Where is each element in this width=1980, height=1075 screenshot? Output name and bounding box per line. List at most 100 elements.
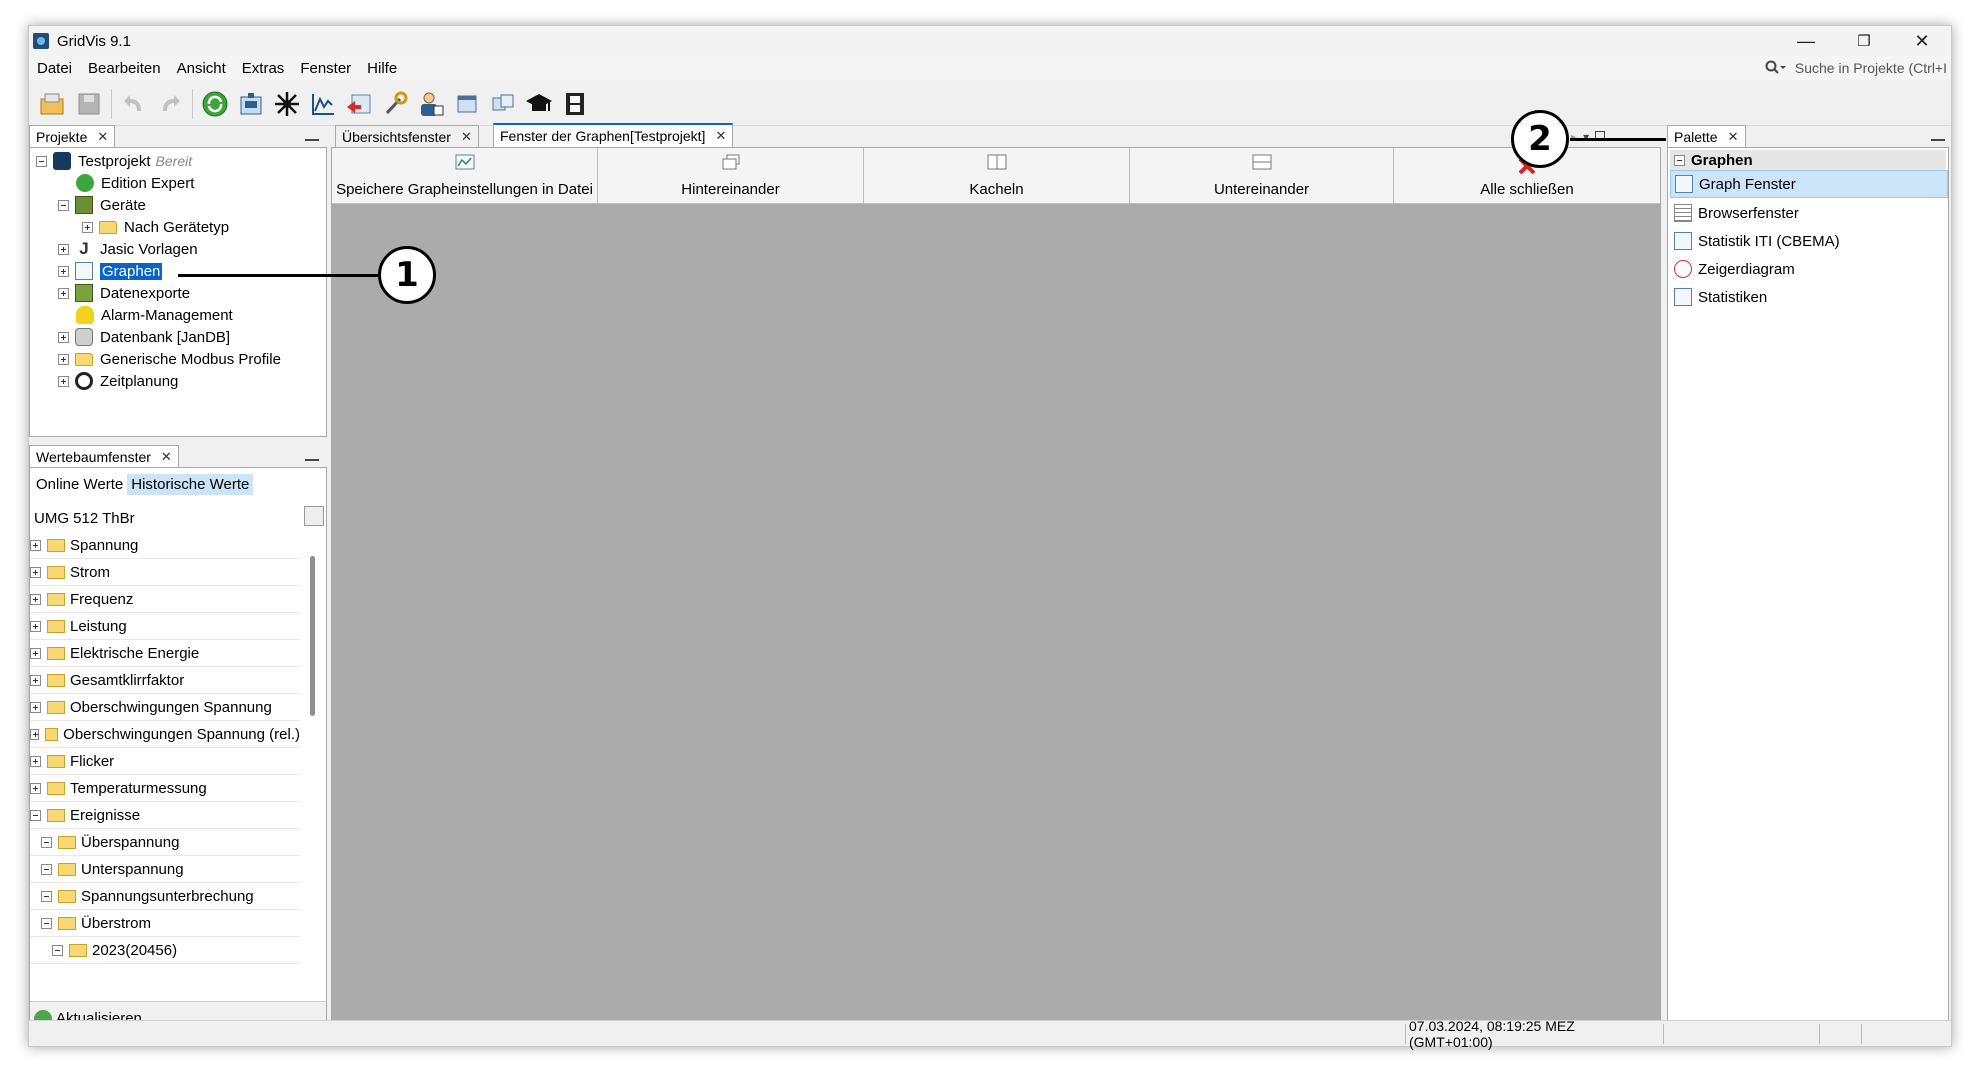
palette-item-statistiken[interactable]: Statistiken xyxy=(1670,283,1948,311)
minimize-button[interactable]: — xyxy=(1777,26,1835,56)
cascade-button[interactable]: Hintereinander xyxy=(598,148,864,203)
expand-icon[interactable] xyxy=(30,647,41,659)
collapse-icon[interactable] xyxy=(1674,154,1685,166)
expand-icon[interactable] xyxy=(82,221,93,233)
tree-node-nach-geraetetyp[interactable]: Nach Gerätetyp xyxy=(82,216,229,238)
list-item[interactable]: Strom xyxy=(30,559,300,586)
subtab-online-werte[interactable]: Online Werte xyxy=(32,474,127,495)
maximize-button[interactable]: ❐ xyxy=(1835,26,1893,56)
list-item[interactable]: Leistung xyxy=(30,613,300,640)
list-item[interactable]: 2023(20456) xyxy=(30,937,300,964)
expand-icon[interactable] xyxy=(30,566,41,578)
list-item[interactable]: Überstrom xyxy=(30,910,300,937)
collapse-icon[interactable] xyxy=(41,863,52,875)
close-button[interactable]: ✕ xyxy=(1893,26,1951,56)
tab-uebersichtsfenster[interactable]: Übersichtsfenster ✕ xyxy=(335,125,479,147)
palette-item-zeigerdiagram[interactable]: Zeigerdiagram xyxy=(1670,255,1948,283)
expand-icon[interactable] xyxy=(58,375,69,387)
list-item[interactable]: Elektrische Energie xyxy=(30,640,300,667)
list-item[interactable]: Oberschwingungen Spannung (rel.) xyxy=(30,721,300,748)
expand-icon[interactable] xyxy=(58,353,69,365)
topology-button[interactable] xyxy=(269,86,305,122)
tree-node-edition-expert[interactable]: Edition Expert xyxy=(76,172,194,194)
open-project-button[interactable] xyxy=(35,86,71,122)
users-button[interactable] xyxy=(413,86,449,122)
collapse-icon[interactable] xyxy=(41,917,52,929)
scrollbar-thumb[interactable] xyxy=(310,556,315,716)
minimize-panel-icon[interactable] xyxy=(305,459,319,461)
collapse-icon[interactable] xyxy=(30,809,41,821)
palette-group-header[interactable]: Graphen xyxy=(1670,150,1946,170)
tree-node-geraete[interactable]: Geräte xyxy=(58,194,146,216)
expand-icon[interactable] xyxy=(30,728,39,740)
subtab-historische-werte[interactable]: Historische Werte xyxy=(127,473,254,495)
education-button[interactable] xyxy=(521,86,557,122)
collapse-icon[interactable] xyxy=(58,199,69,211)
expand-icon[interactable] xyxy=(30,593,41,605)
close-icon[interactable]: ✕ xyxy=(97,129,108,145)
tree-node-jasic[interactable]: J Jasic Vorlagen xyxy=(58,238,198,260)
window-button[interactable] xyxy=(449,86,485,122)
close-icon[interactable]: ✕ xyxy=(161,449,172,465)
menu-fenster[interactable]: Fenster xyxy=(292,60,359,77)
close-icon[interactable]: ✕ xyxy=(461,129,472,145)
tab-palette[interactable]: Palette ✕ xyxy=(1667,125,1746,147)
import-button[interactable] xyxy=(341,86,377,122)
list-item[interactable]: Spannung xyxy=(30,532,300,559)
expand-icon[interactable] xyxy=(58,331,69,343)
palette-item-graph-fenster[interactable]: Graph Fenster xyxy=(1670,170,1948,198)
screens-button[interactable] xyxy=(485,86,521,122)
close-icon[interactable]: ✕ xyxy=(715,128,726,144)
list-item[interactable]: Spannungsunterbrechung xyxy=(30,883,300,910)
save-graph-settings-button[interactable]: Speichere Grapheinstellungen in Datei xyxy=(332,148,598,203)
chevron-right-icon[interactable]: ▸ xyxy=(1571,130,1577,144)
expand-icon[interactable] xyxy=(30,755,41,767)
menu-bearbeiten[interactable]: Bearbeiten xyxy=(80,60,169,77)
expand-icon[interactable] xyxy=(58,265,69,277)
tab-fenster-der-graphen[interactable]: Fenster der Graphen[Testprojekt] ✕ xyxy=(493,123,734,147)
tab-wertebaumfenster[interactable]: Wertebaumfenster ✕ xyxy=(29,445,179,467)
expand-icon[interactable] xyxy=(58,243,69,255)
graphs-workspace[interactable]: Speichere Grapheinstellungen in Datei Hi… xyxy=(331,147,1661,1036)
palette-item-browserfenster[interactable]: Browserfenster xyxy=(1670,199,1948,227)
tree-node-zeitplanung[interactable]: Zeitplanung xyxy=(58,370,178,392)
expand-icon[interactable] xyxy=(30,782,41,794)
collapse-icon[interactable] xyxy=(41,836,52,848)
tree-node-modbus[interactable]: Generische Modbus Profile xyxy=(58,348,281,370)
collapse-icon[interactable] xyxy=(52,944,63,956)
stack-button[interactable]: Untereinander xyxy=(1130,148,1394,203)
tree-node-datenbank[interactable]: Datenbank [JanDB] xyxy=(58,326,230,348)
tab-projekte[interactable]: Projekte ✕ xyxy=(29,125,116,147)
expand-icon[interactable] xyxy=(30,539,41,551)
list-item[interactable]: Flicker xyxy=(30,748,300,775)
device-button[interactable] xyxy=(233,86,269,122)
filter-wand-icon[interactable] xyxy=(304,506,324,526)
expand-icon[interactable] xyxy=(30,620,41,632)
collapse-icon[interactable] xyxy=(36,155,47,167)
tools-button[interactable] xyxy=(377,86,413,122)
tree-node-datenexporte[interactable]: Datenexporte xyxy=(58,282,190,304)
tree-node-alarm[interactable]: Alarm-Management xyxy=(76,304,233,326)
graph-button[interactable] xyxy=(305,86,341,122)
film-button[interactable] xyxy=(557,86,593,122)
tree-node-root[interactable]: Testprojekt Bereit xyxy=(36,150,192,172)
save-button[interactable] xyxy=(71,86,107,122)
minimize-panel-icon[interactable] xyxy=(1931,139,1945,141)
expand-icon[interactable] xyxy=(58,287,69,299)
tree-node-graphen[interactable]: Graphen xyxy=(58,260,163,282)
quick-search[interactable]: Suche in Projekte (Ctrl+I xyxy=(1765,57,1947,79)
list-item[interactable]: Ereignisse xyxy=(30,802,300,829)
palette-item-statistik-iti[interactable]: Statistik ITI (CBEMA) xyxy=(1670,227,1948,255)
list-item[interactable]: Unterspannung xyxy=(30,856,300,883)
menu-extras[interactable]: Extras xyxy=(234,60,293,77)
search-input[interactable]: Suche in Projekte (Ctrl+I xyxy=(1795,60,1947,76)
list-item[interactable]: Frequenz xyxy=(30,586,300,613)
sync-button[interactable] xyxy=(197,86,233,122)
menu-datei[interactable]: Datei xyxy=(29,60,80,77)
close-icon[interactable]: ✕ xyxy=(1728,129,1739,145)
tile-button[interactable]: Kacheln xyxy=(864,148,1130,203)
list-item[interactable]: Gesamtklirrfaktor xyxy=(30,667,300,694)
minimize-panel-icon[interactable] xyxy=(305,139,319,141)
list-item[interactable]: Oberschwingungen Spannung xyxy=(30,694,300,721)
list-item[interactable]: Temperaturmessung xyxy=(30,775,300,802)
